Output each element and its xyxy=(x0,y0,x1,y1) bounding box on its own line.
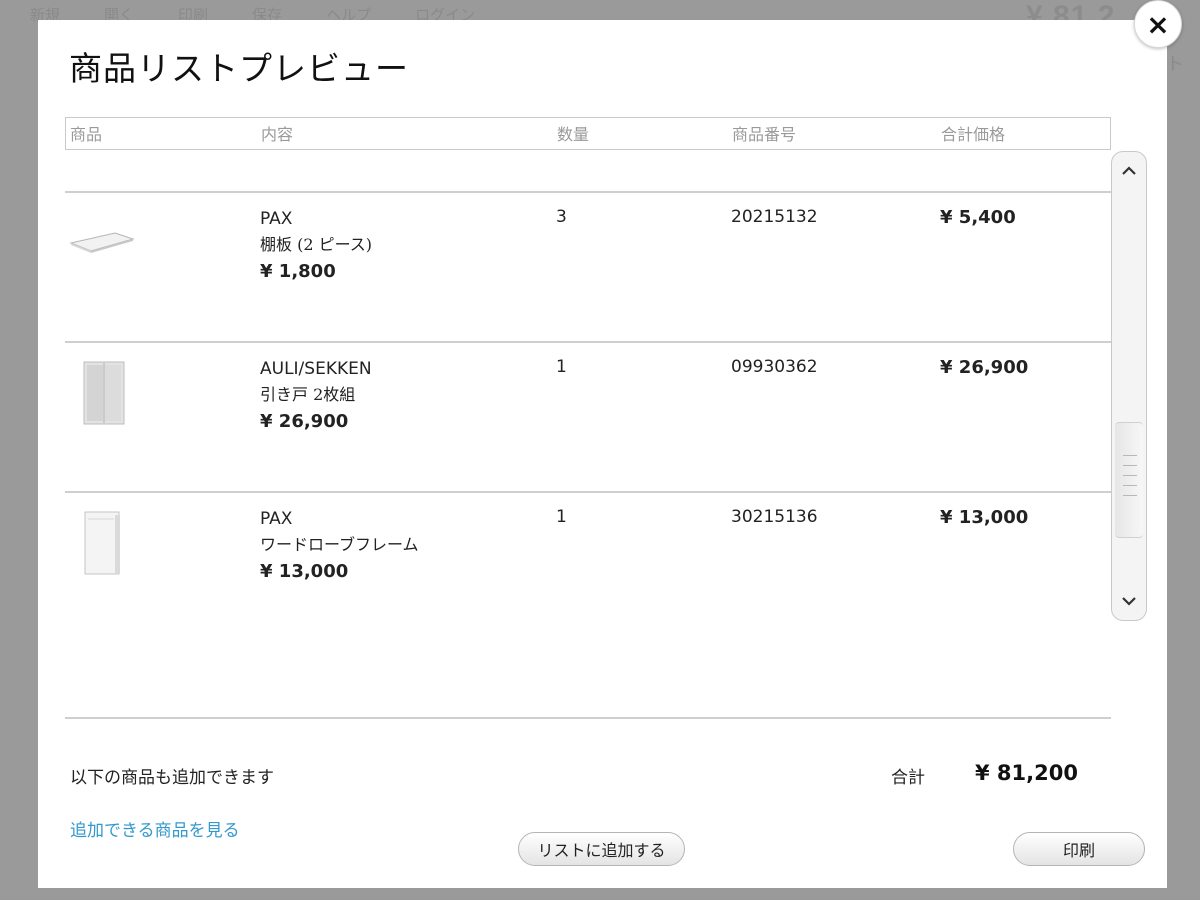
row-product-number: 20215132 xyxy=(731,207,818,227)
row-content: PAX 棚板 (2 ピース) ¥ 1,800 xyxy=(260,207,372,284)
row-total-price: ¥ 13,000 xyxy=(940,507,1029,528)
sliding-door-thumbnail xyxy=(83,361,125,429)
background-side-text: ト xyxy=(1166,54,1184,75)
footer-divider xyxy=(65,717,1111,719)
table-row: AULI/SEKKEN 引き戸 2枚組 ¥ 26,900 1 09930362 … xyxy=(65,341,1111,491)
product-description: 棚板 (2 ピース) xyxy=(260,235,373,254)
product-description: ワードローブフレーム xyxy=(260,535,419,554)
table-header: 商品 内容 数量 商品番号 合計価格 xyxy=(65,117,1111,150)
list-scrollbar[interactable] xyxy=(1111,151,1147,621)
product-list-preview-dialog: 商品リストプレビュー 商品 内容 数量 商品番号 合計価格 PAX 棚板 (2 … xyxy=(38,20,1167,888)
row-product-number: 30215136 xyxy=(731,507,818,527)
header-quantity: 数量 xyxy=(557,125,590,144)
shelf-thumbnail xyxy=(69,229,135,259)
product-name: PAX xyxy=(260,209,293,229)
product-name: PAX xyxy=(260,509,293,529)
grip-line xyxy=(1123,475,1137,476)
view-addable-products-link[interactable]: 追加できる商品を見る xyxy=(70,816,240,841)
row-content: PAX ワードローブフレーム ¥ 13,000 xyxy=(260,507,419,584)
unit-price: ¥ 26,900 xyxy=(260,411,349,432)
grip-line xyxy=(1123,455,1137,456)
row-quantity: 1 xyxy=(556,357,567,377)
header-content: 内容 xyxy=(261,125,294,144)
chevron-up-icon xyxy=(1122,166,1136,175)
grip-line xyxy=(1123,485,1137,486)
unit-price: ¥ 1,800 xyxy=(260,261,336,282)
row-content: AULI/SEKKEN 引き戸 2枚組 ¥ 26,900 xyxy=(260,357,372,434)
table-row: PAX ワードローブフレーム ¥ 13,000 1 30215136 ¥ 13,… xyxy=(65,491,1111,641)
grip-line xyxy=(1123,465,1137,466)
header-product-number: 商品番号 xyxy=(732,125,797,144)
print-button[interactable]: 印刷 xyxy=(1013,832,1145,866)
row-product-number: 09930362 xyxy=(731,357,818,377)
dialog-title: 商品リストプレビュー xyxy=(69,49,409,88)
table-row: PAX 棚板 (2 ピース) ¥ 1,800 3 20215132 ¥ 5,40… xyxy=(65,191,1111,341)
row-total-price: ¥ 26,900 xyxy=(940,357,1029,378)
grand-total-label: 合計 xyxy=(891,768,925,788)
scroll-down-button[interactable] xyxy=(1114,586,1144,616)
close-button[interactable]: × xyxy=(1134,0,1182,48)
addable-products-text: 以下の商品も追加できます xyxy=(70,768,274,788)
grand-total-value: ¥ 81,200 xyxy=(975,761,1078,785)
add-to-list-button[interactable]: リストに追加する xyxy=(518,832,685,866)
close-icon: × xyxy=(1146,7,1170,41)
unit-price: ¥ 13,000 xyxy=(260,561,349,582)
scroll-thumb[interactable] xyxy=(1115,422,1143,538)
product-name: AULI/SEKKEN xyxy=(260,359,372,379)
row-quantity: 3 xyxy=(556,207,567,227)
row-quantity: 1 xyxy=(556,507,567,527)
wardrobe-frame-thumbnail xyxy=(84,511,122,579)
product-list: PAX 棚板 (2 ピース) ¥ 1,800 3 20215132 ¥ 5,40… xyxy=(65,191,1111,641)
grip-line xyxy=(1123,495,1137,496)
header-total-price: 合計価格 xyxy=(941,125,1006,144)
header-product: 商品 xyxy=(70,125,103,144)
product-description: 引き戸 2枚組 xyxy=(260,385,356,404)
chevron-down-icon xyxy=(1122,597,1136,606)
scroll-up-button[interactable] xyxy=(1114,156,1144,186)
row-total-price: ¥ 5,400 xyxy=(940,207,1016,228)
